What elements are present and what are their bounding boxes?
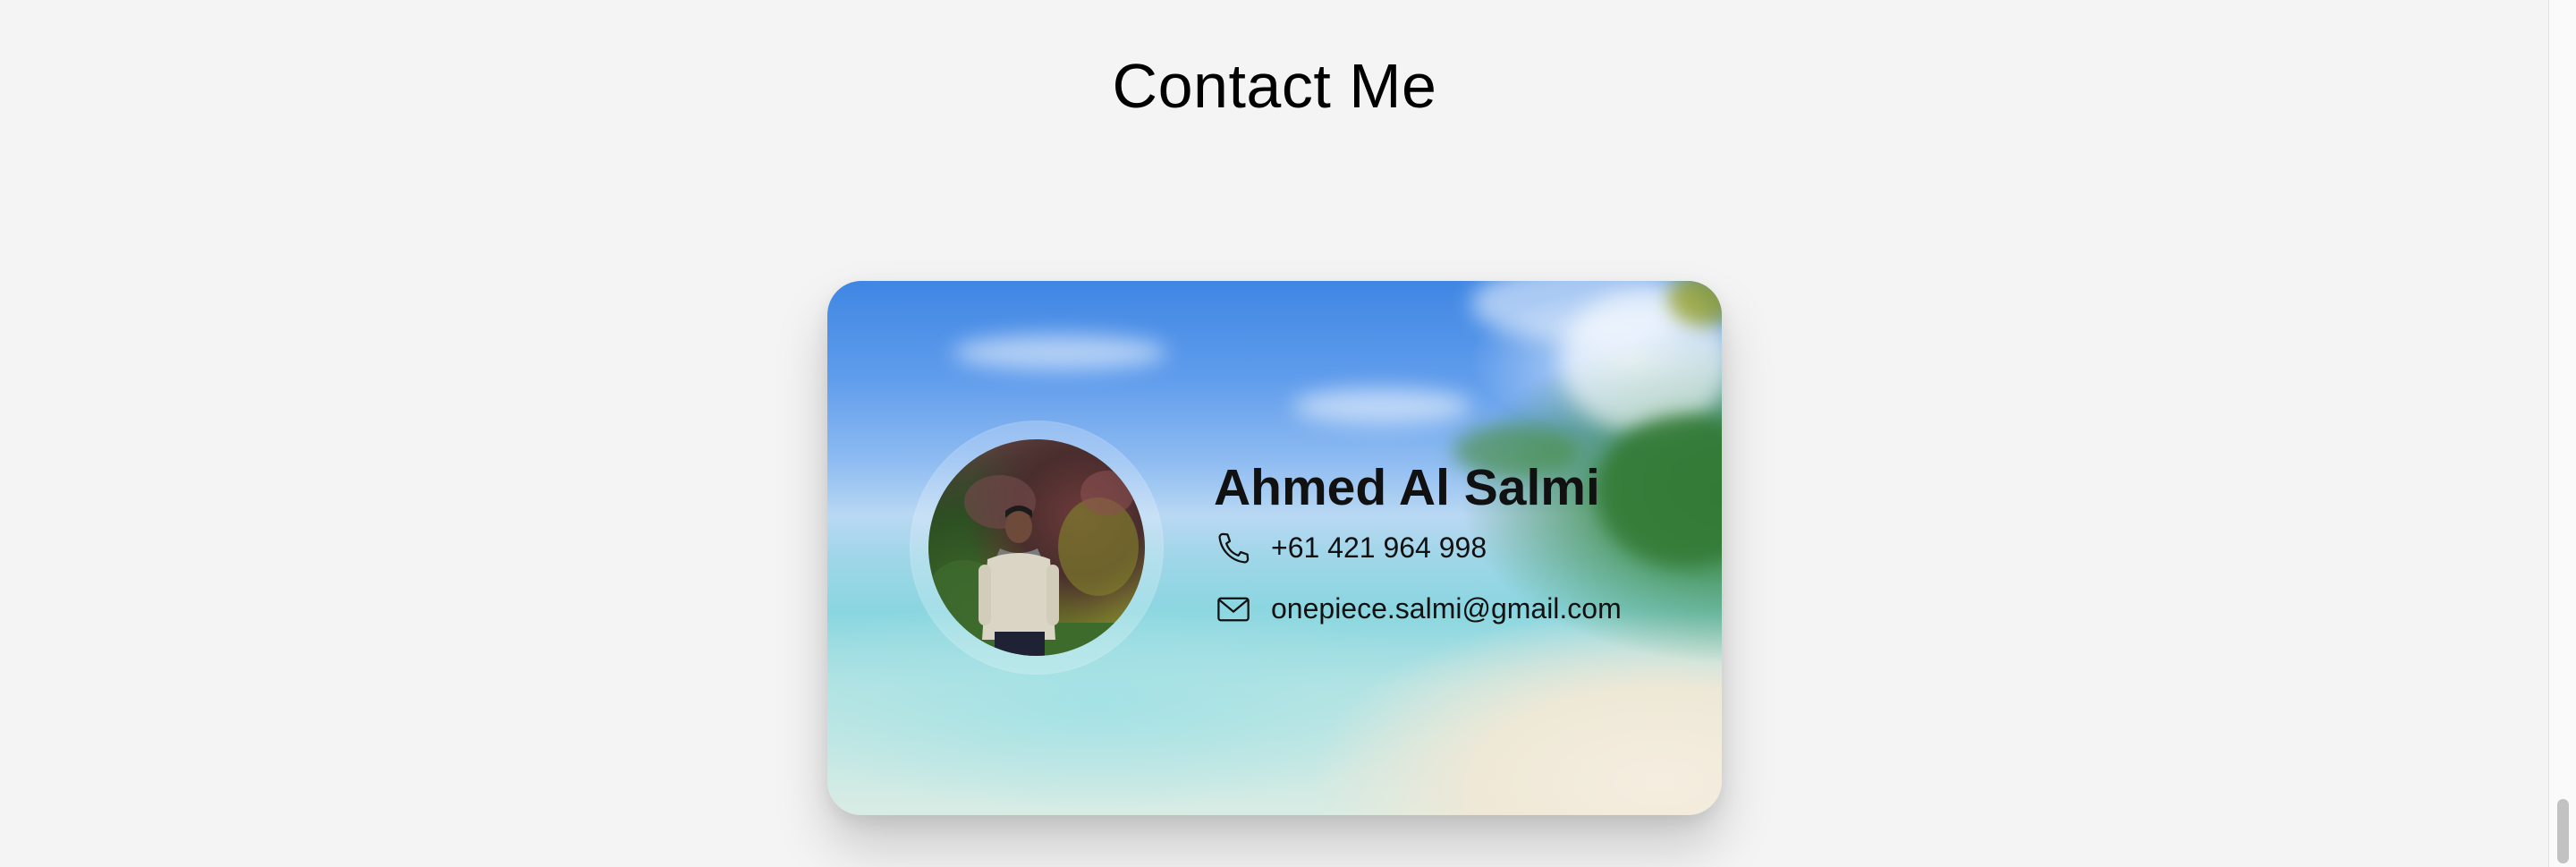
phone-icon [1214, 529, 1253, 568]
contact-card: Ahmed Al Salmi +61 421 964 998 onepiece.… [827, 281, 1722, 815]
avatar [928, 439, 1145, 656]
contact-section: Contact Me Ahmed Al Salmi +61 421 964 99… [0, 0, 2576, 867]
scrollbar-thumb[interactable] [2557, 799, 2569, 863]
email-address: onepiece.salmi@gmail.com [1271, 592, 1622, 625]
phone-row[interactable]: +61 421 964 998 [1214, 523, 1715, 574]
contact-info: Ahmed Al Salmi +61 421 964 998 onepiece.… [1214, 460, 1715, 634]
person-illustration [928, 471, 1145, 656]
mail-icon [1214, 590, 1253, 629]
background-cloud [953, 335, 1167, 370]
vertical-scrollbar[interactable] [2548, 0, 2576, 867]
email-row[interactable]: onepiece.salmi@gmail.com [1214, 584, 1715, 634]
page-title: Contact Me [1112, 51, 1437, 121]
phone-number: +61 421 964 998 [1271, 531, 1487, 565]
background-cloud [1292, 388, 1471, 424]
contact-name: Ahmed Al Salmi [1214, 459, 1600, 516]
